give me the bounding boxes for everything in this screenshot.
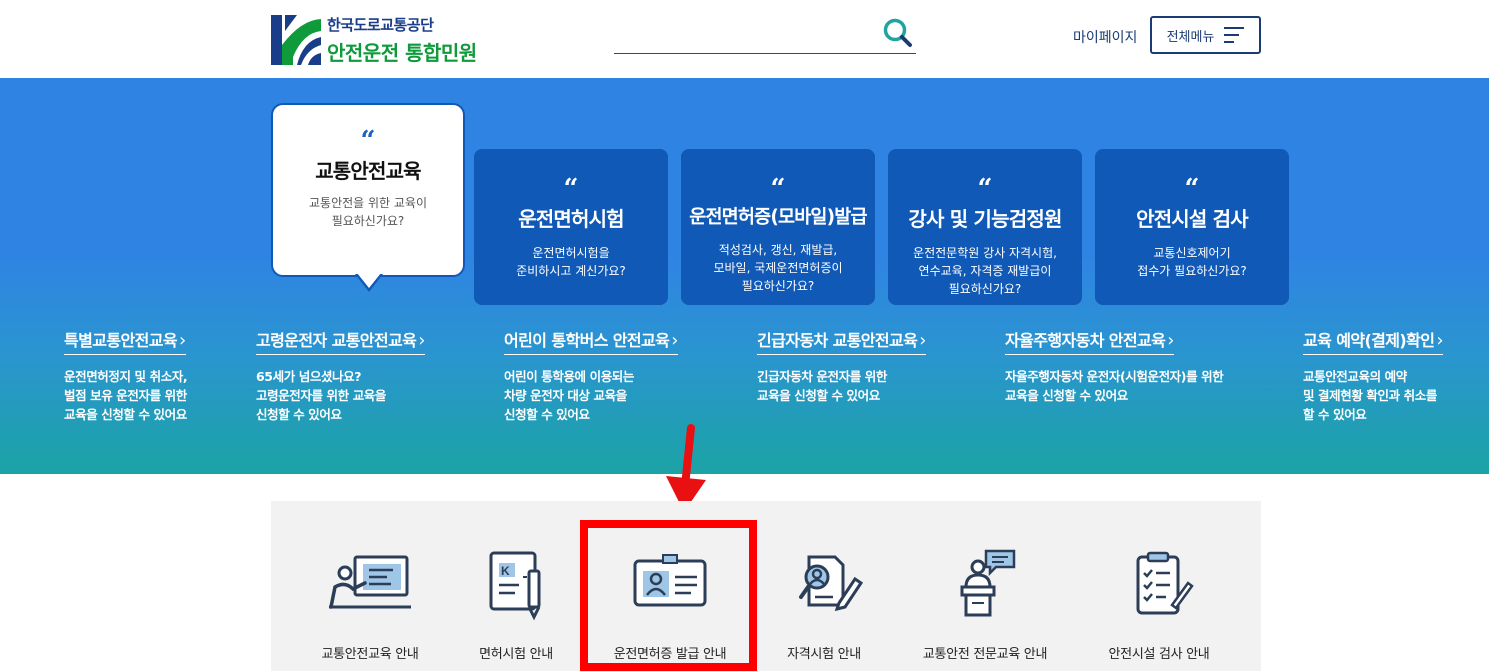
card-instructor[interactable]: “ 강사 및 기능검정원 운전전문학원 강사 자격시험, 연수교육, 자격증 재발…	[888, 149, 1082, 305]
service-label: 안전시설 검사 안내	[1108, 647, 1210, 662]
presentation-icon	[329, 555, 411, 609]
service-label: 교통안전교육 안내	[321, 647, 419, 662]
service-label: 자격시험 안내	[787, 647, 861, 662]
lecturer-icon	[960, 549, 1016, 617]
service-qualification-exam-guide[interactable]: 자격시험 안내	[754, 549, 894, 662]
service-label: 교통안전 전문교육 안내	[922, 647, 1048, 662]
chevron-right-icon: ›	[418, 330, 425, 351]
service-professional-education-guide[interactable]: 교통안전 전문교육 안내	[915, 549, 1055, 662]
search-input[interactable]	[614, 14, 916, 54]
all-menu-label: 전체메뉴	[1166, 29, 1215, 45]
link-reservation-check[interactable]: 교육 예약(결제)확인 › 교통안전교육의 예약 및 결제현황 확인과 취소를 할 수…	[1303, 327, 1444, 424]
featured-card-traffic-safety[interactable]: “ 교통안전교육 교통안전을 위한 교육이 필요하신가요?	[271, 103, 465, 277]
chevron-right-icon: ›	[178, 330, 186, 351]
service-license-exam-guide[interactable]: K 면허시험 안내	[446, 549, 586, 662]
service-safety-facility-guide[interactable]: 안전시설 검사 안내	[1089, 549, 1229, 662]
link-emergency-vehicle-education[interactable]: 긴급자동차 교통안전교육 › 긴급자동차 운전자를 위한 교육을 신청할 수 있어요	[757, 327, 926, 405]
card-desc: 운전면허시험을 준비하시고 계신가요?	[516, 246, 626, 278]
service-label: 면허시험 안내	[479, 647, 553, 662]
main-banner: “ 교통안전교육 교통안전을 위한 교육이 필요하신가요? “ 운전면허시험 운…	[0, 78, 1489, 474]
search-icon[interactable]	[882, 17, 914, 49]
org-name: 한국도로교통공단	[327, 16, 434, 34]
card-license-exam[interactable]: “ 운전면허시험 운전면허시험을 준비하시고 계신가요?	[474, 149, 668, 305]
card-desc: 운전전문학원 강사 자격시험, 연수교육, 자격증 재발급이 필요하신가요?	[913, 246, 1057, 296]
koroad-logo-icon	[271, 15, 321, 65]
featured-desc: 교통안전을 위한 교육이 필요하신가요?	[308, 196, 428, 228]
card-title: 운전면허증(모바일)발급	[689, 207, 867, 228]
chevron-right-icon: ›	[919, 330, 926, 351]
highlight-box	[580, 520, 757, 671]
link-special-education[interactable]: 특별교통안전교육 › 운전면허정지 및 취소자, 벌점 보유 운전자를 위한 교육을 …	[64, 327, 188, 424]
certificate-icon	[799, 555, 864, 612]
card-title: 강사 및 기능검정원	[908, 207, 1062, 231]
link-school-bus-education[interactable]: 어린이 통학버스 안전교육 › 어린이 통학용에 이용되는 차량 운전자 대상 교육…	[504, 327, 678, 424]
link-autonomous-vehicle-education[interactable]: 자율주행자동차 안전교육 › 자율주행자동차 운전자(시험운전자)를 위한 교육을 …	[1005, 327, 1224, 405]
quote-icon: “	[1184, 174, 1200, 204]
featured-title: 교통안전교육	[315, 159, 421, 183]
all-menu-button[interactable]: 전체메뉴	[1150, 16, 1261, 54]
chevron-right-icon: ›	[1436, 330, 1443, 351]
card-license-issue[interactable]: “ 운전면허증(모바일)발급 적성검사, 갱신, 재발급, 모바일, 국제운전면허…	[681, 149, 875, 305]
checklist-icon	[1136, 551, 1194, 615]
chevron-right-icon: ›	[671, 330, 678, 351]
site-name: 안전운전 통합민원	[327, 41, 477, 65]
mypage-link[interactable]: 마이페이지	[1073, 27, 1137, 47]
service-guide-panel: 교통안전교육 안내 K 면허시험 안내 운전면허증 발급 안내 자격시험 안내 …	[271, 501, 1261, 671]
card-safety-facility[interactable]: “ 안전시설 검사 교통신호제어기 접수가 필요하신가요?	[1095, 149, 1289, 305]
service-traffic-safety-guide[interactable]: 교통안전교육 안내	[300, 549, 440, 662]
site-header: 한국도로교통공단 안전운전 통합민원 마이페이지 전체메뉴	[0, 0, 1489, 78]
chevron-right-icon: ›	[1167, 330, 1174, 351]
quote-icon: “	[770, 174, 786, 204]
link-senior-education[interactable]: 고령운전자 교통안전교육 › 65세가 넘으셨나요? 고령운전자를 위한 교육을 신청…	[256, 327, 425, 424]
card-desc: 적성검사, 갱신, 재발급, 모바일, 국제운전면허증이 필요하신가요?	[713, 243, 843, 293]
card-title: 안전시설 검사	[1136, 207, 1249, 231]
site-logo[interactable]: 한국도로교통공단 안전운전 통합민원	[271, 14, 477, 66]
quote-icon: “	[977, 174, 993, 204]
card-title: 운전면허시험	[518, 207, 624, 231]
license-exam-icon: K	[489, 551, 541, 621]
card-desc: 교통신호제어기 접수가 필요하신가요?	[1137, 246, 1247, 278]
quote-icon: “	[563, 174, 579, 204]
svg-text:K: K	[501, 564, 510, 578]
quote-icon: “	[360, 126, 376, 156]
hamburger-icon	[1224, 27, 1245, 43]
